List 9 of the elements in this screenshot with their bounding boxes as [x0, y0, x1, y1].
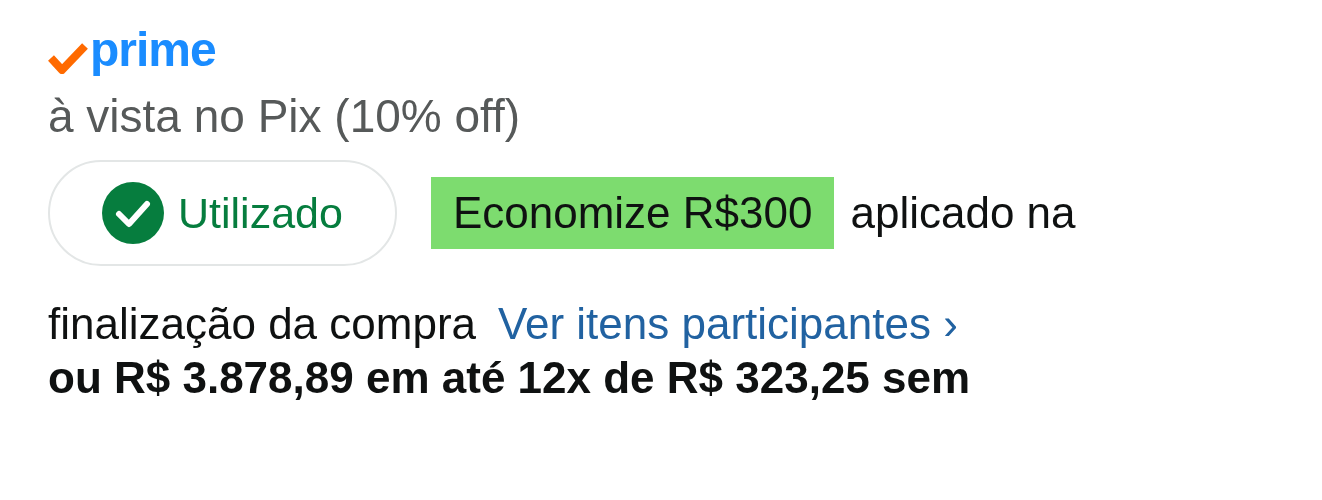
discount-badge: Economize R$300: [430, 177, 835, 249]
participating-items-link[interactable]: Ver itens participantes ›: [498, 294, 958, 354]
pix-price-caption: à vista no Pix (10% off): [48, 89, 522, 144]
prime-logo: prime: [90, 22, 216, 78]
installment-text: ou R$ 3.878,89 em até 12x de R$ 323,25 sem: [48, 352, 972, 404]
coupon-text: aplicado na: [850, 187, 1076, 239]
checkmark-circle-icon: [102, 182, 164, 244]
coupon-status-button[interactable]: Utilizado: [48, 160, 397, 266]
coupon-text: finalização da compra: [48, 298, 476, 350]
